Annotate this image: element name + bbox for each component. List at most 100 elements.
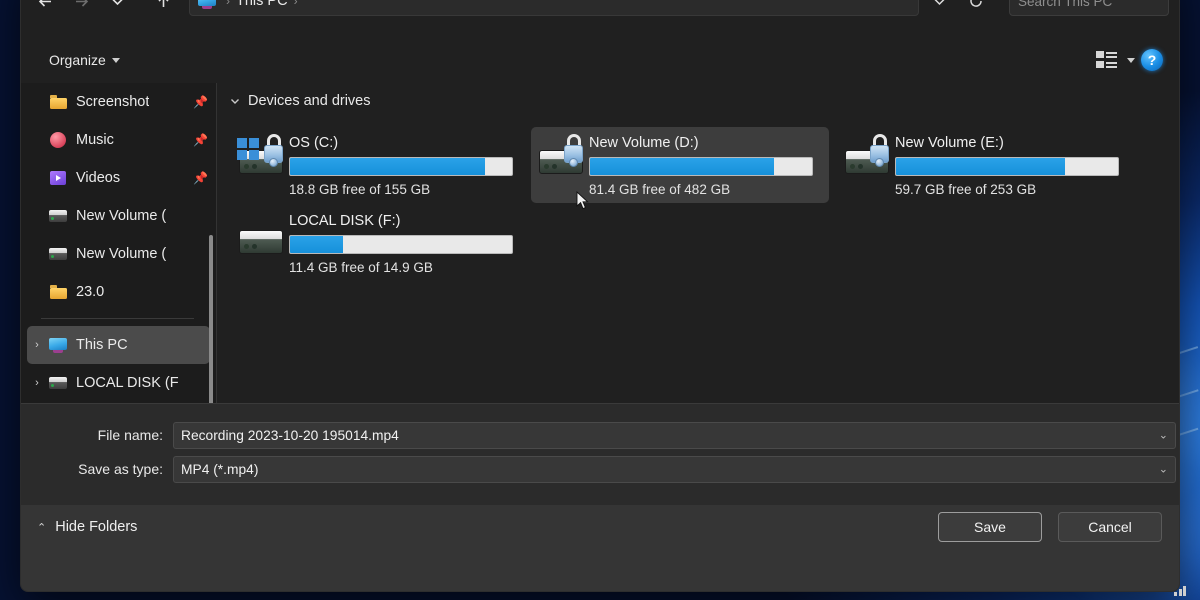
capacity-bar [289, 157, 513, 176]
bitlocker-unlocked-icon [263, 134, 285, 167]
sidebar-item-label: Music [76, 132, 114, 148]
filename-row: File name: Recording 2023-10-20 195014.m… [21, 420, 1179, 450]
expand-chevron-icon[interactable]: › [27, 339, 47, 351]
drive-tile-local-disk-f[interactable]: LOCAL DISK (F:) 11.4 GB free of 14.9 GB [231, 205, 529, 281]
breadcrumb-separator: › [226, 0, 230, 8]
back-button[interactable] [29, 0, 61, 17]
save-button-label: Save [974, 519, 1006, 535]
sidebar-item-new-volume-1[interactable]: New Volume ( [27, 197, 210, 235]
drive-icon [47, 377, 69, 389]
folder-icon [47, 285, 69, 299]
filetype-select[interactable]: MP4 (*.mp4) ⌄ [173, 455, 1176, 483]
sidebar-item-videos[interactable]: Videos 📌 [27, 159, 210, 197]
command-bar: Organize ? [21, 37, 1179, 83]
organize-button[interactable]: Organize [43, 48, 126, 72]
music-icon [47, 132, 69, 148]
drive-name: OS (C:) [289, 135, 339, 151]
chevron-down-icon[interactable]: ⌄ [1159, 429, 1168, 442]
expand-chevron-icon[interactable]: › [27, 377, 47, 389]
drive-icon-plain [237, 212, 289, 260]
folder-icon [47, 95, 69, 109]
drive-name: New Volume (E:) [895, 135, 1004, 151]
view-options-icon[interactable] [1095, 49, 1121, 71]
address-bar: › This PC › [21, 0, 1179, 37]
filename-label: File name: [97, 427, 163, 443]
chevron-down-icon[interactable] [1127, 57, 1135, 63]
sidebar-item-local-disk-f[interactable]: › LOCAL DISK (F [27, 364, 210, 402]
drive-icon [47, 210, 69, 222]
hide-folders-button[interactable]: ⌃ Hide Folders [37, 519, 137, 535]
capacity-bar [289, 235, 513, 254]
sidebar-divider [41, 318, 194, 319]
capacity-bar [895, 157, 1119, 176]
save-button[interactable]: Save [938, 512, 1042, 542]
file-list-pane: Devices and drives OS (C:) 18.8 GB free … [217, 83, 1179, 403]
bitlocker-unlocked-icon [563, 134, 585, 167]
bitlocker-unlocked-icon [869, 134, 891, 167]
sidebar-item-new-volume-2[interactable]: New Volume ( [27, 235, 210, 273]
forward-button[interactable] [65, 0, 97, 17]
mouse-pointer [576, 191, 589, 210]
drive-tile-new-volume-d[interactable]: New Volume (D:) 81.4 GB free of 482 GB [531, 127, 829, 210]
navpane-scrollbar[interactable] [209, 235, 213, 403]
drive-name: LOCAL DISK (F:) [289, 213, 401, 229]
sidebar-item-label: Screenshot [76, 94, 150, 110]
filename-input[interactable]: Recording 2023-10-20 195014.mp4 ⌄ [173, 421, 1176, 449]
pin-icon[interactable]: 📌 [193, 171, 210, 185]
video-icon [47, 171, 69, 185]
sidebar-item-label: New Volume ( [76, 208, 167, 224]
sidebar-item-label: New Volume ( [76, 246, 167, 262]
sidebar-item-label: This PC [76, 337, 128, 353]
caret-down-icon [111, 57, 120, 63]
drive-icon-with-bitlocker [843, 134, 895, 182]
this-pc-icon [47, 337, 69, 353]
cancel-button[interactable]: Cancel [1058, 512, 1162, 542]
this-pc-icon [198, 0, 216, 9]
save-form: File name: Recording 2023-10-20 195014.m… [21, 403, 1179, 505]
previous-locations-button[interactable] [924, 0, 954, 16]
recent-locations-button[interactable] [101, 0, 133, 17]
breadcrumb-separator[interactable]: › [288, 0, 304, 8]
organize-label: Organize [49, 52, 106, 68]
pin-icon[interactable]: 📌 [193, 133, 210, 147]
chevron-down-icon [231, 99, 239, 104]
chevron-down-icon[interactable]: ⌄ [1159, 463, 1168, 476]
group-header-devices-and-drives[interactable]: Devices and drives [229, 93, 1179, 109]
search-input[interactable] [1018, 0, 1179, 9]
sidebar-item-music[interactable]: Music 📌 [27, 121, 210, 159]
cancel-button-label: Cancel [1088, 519, 1132, 535]
filetype-label: Save as type: [78, 461, 163, 477]
save-as-dialog: › This PC › Search This PC Organize ? Sc… [20, 0, 1180, 592]
sidebar-item-this-pc[interactable]: › This PC [27, 326, 210, 364]
filename-value: Recording 2023-10-20 195014.mp4 [181, 427, 399, 443]
filetype-row: Save as type: MP4 (*.mp4) ⌄ [21, 454, 1179, 484]
up-button[interactable] [147, 0, 179, 17]
pin-icon[interactable]: 📌 [193, 95, 210, 109]
chevron-up-icon: ⌃ [37, 521, 47, 534]
navigation-pane: Screenshot 📌 Music 📌 Videos 📌 New Volume… [21, 83, 216, 403]
help-icon[interactable]: ? [1141, 49, 1163, 71]
drive-capacity-text: 18.8 GB free of 155 GB [289, 182, 431, 197]
drive-capacity-text: 81.4 GB free of 482 GB [589, 182, 731, 197]
drive-icon-with-bitlocker [237, 134, 289, 182]
sidebar-item-label: 23.0 [76, 284, 105, 300]
breadcrumb[interactable]: › This PC › [189, 0, 919, 16]
windows-logo-badge-icon [237, 138, 259, 160]
refresh-button[interactable] [961, 0, 991, 16]
filetype-value: MP4 (*.mp4) [181, 461, 259, 477]
drive-name: New Volume (D:) [589, 135, 699, 151]
dialog-footer: ⌃ Hide Folders Save Cancel [21, 505, 1179, 591]
drive-capacity-text: 59.7 GB free of 253 GB [895, 182, 1037, 197]
sidebar-item-screenshot[interactable]: Screenshot 📌 [27, 83, 210, 121]
network-tray-icon[interactable] [1174, 584, 1188, 596]
drive-tile-os-c[interactable]: OS (C:) 18.8 GB free of 155 GB [231, 127, 529, 203]
drive-icon [47, 248, 69, 260]
sidebar-item-label: Videos [76, 170, 121, 186]
drive-tile-new-volume-e[interactable]: New Volume (E:) 59.7 GB free of 253 GB [837, 127, 1135, 203]
sidebar-item-label: LOCAL DISK (F [76, 375, 179, 391]
drive-capacity-text: 11.4 GB free of 14.9 GB [289, 260, 433, 275]
sidebar-item-23-0[interactable]: 23.0 [27, 273, 210, 311]
search-box[interactable] [1009, 0, 1179, 16]
hide-folders-label: Hide Folders [55, 519, 138, 535]
breadcrumb-item-this-pc[interactable]: This PC [236, 0, 288, 9]
